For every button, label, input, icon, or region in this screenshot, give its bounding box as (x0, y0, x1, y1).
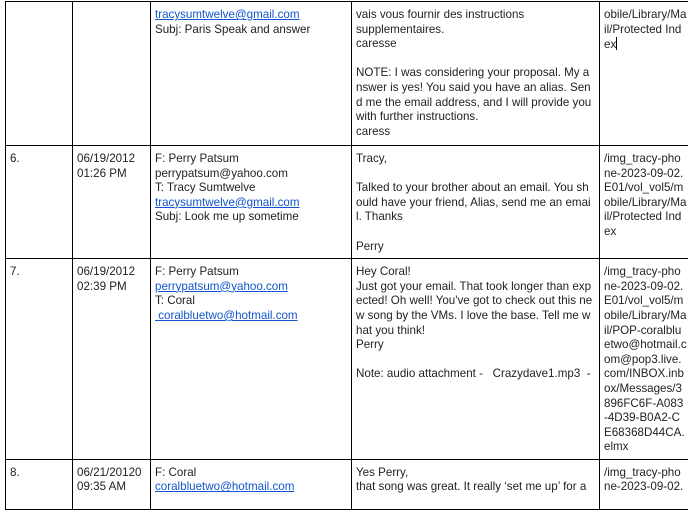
subject-line: Subj: Paris Speak and answer (155, 23, 347, 38)
time-value: 09:35 AM (77, 480, 146, 495)
body-line: Yes Perry, (356, 466, 595, 481)
body-line: Talked to your brother about an email. Y… (356, 181, 595, 225)
evidence-table: tracysumtwelve@gmail.com Subj: Paris Spe… (5, 1, 688, 510)
text-cursor (616, 37, 617, 50)
body-line: vais vous fournir des instructions (356, 8, 595, 23)
date-value: 06/19/2012 (77, 265, 146, 280)
from-email: perrypatsum@yahoo.com (155, 167, 347, 182)
body-line: NOTE: I was considering your proposal. M… (356, 66, 595, 124)
date-value: 06/19/2012 (77, 152, 146, 167)
row-date (73, 2, 151, 146)
body-line: caresse (356, 37, 595, 52)
row-file-path: /img_tracy-phone-2023-09-02.E01/vol_vol5… (600, 146, 688, 259)
subject-line: Subj: Look me up sometime (155, 210, 347, 225)
body-line: Tracy, (356, 152, 595, 167)
to-line: T: Tracy Sumtwelve (155, 181, 347, 196)
row-message-body: Tracy, Talked to your brother about an e… (352, 146, 600, 259)
table-row: 7. 06/19/2012 02:39 PM F: Perry Patsum p… (6, 259, 688, 460)
row-headers: F: Perry Patsum perrypatsum@yahoo.com T:… (151, 146, 352, 259)
row-date: 06/21/20120 09:35 AM (73, 459, 151, 509)
body-line: Just got your email. That took longer th… (356, 280, 595, 338)
body-line: Perry (356, 338, 595, 353)
row-headers: F: Coral coralbluetwo@hotmail.com (151, 459, 352, 509)
email-link[interactable]: coralbluetwo@hotmail.com (155, 480, 347, 495)
body-line (356, 225, 595, 240)
row-number: 7. (6, 259, 73, 460)
email-link[interactable]: perrypatsum@yahoo.com (155, 280, 347, 295)
row-date: 06/19/2012 01:26 PM (73, 146, 151, 259)
from-line: F: Coral (155, 466, 347, 481)
body-line (356, 353, 595, 368)
row-message-body: vais vous fournir des instructions suppl… (352, 2, 600, 146)
body-line: Hey Coral! (356, 265, 595, 280)
row-headers: tracysumtwelve@gmail.com Subj: Paris Spe… (151, 2, 352, 146)
from-line: F: Perry Patsum (155, 152, 347, 167)
row-file-path[interactable]: obile/Library/Mail/Protected Index (600, 2, 688, 146)
row-file-path: /img_tracy-phone-2023-09-02.E01/vol_vol5… (600, 259, 688, 460)
row-headers: F: Perry Patsum perrypatsum@yahoo.com T:… (151, 259, 352, 460)
body-line: Perry (356, 240, 595, 255)
row-file-path: /img_tracy-phone-2023-09-02. (600, 459, 688, 509)
table-row: 8. 06/21/20120 09:35 AM F: Coral coralbl… (6, 459, 688, 509)
body-line (356, 167, 595, 182)
email-link[interactable]: coralbluetwo@hotmail.com (155, 309, 347, 324)
row-number: 6. (6, 146, 73, 259)
from-line: F: Perry Patsum (155, 265, 347, 280)
row-number (6, 2, 73, 146)
body-line: supplementaires. (356, 23, 595, 38)
body-line: Note: audio attachment - Crazydave1.mp3 … (356, 367, 595, 382)
date-value: 06/21/20120 (77, 466, 146, 481)
email-link[interactable]: tracysumtwelve@gmail.com (155, 8, 347, 23)
row-number: 8. (6, 459, 73, 509)
to-line: T: Coral (155, 294, 347, 309)
row-message-body: Hey Coral! Just got your email. That too… (352, 259, 600, 460)
table-row: 6. 06/19/2012 01:26 PM F: Perry Patsum p… (6, 146, 688, 259)
row-message-body: Yes Perry, that song was great. It reall… (352, 459, 600, 509)
time-value: 01:26 PM (77, 167, 146, 182)
row-date: 06/19/2012 02:39 PM (73, 259, 151, 460)
time-value: 02:39 PM (77, 280, 146, 295)
table-row: tracysumtwelve@gmail.com Subj: Paris Spe… (6, 2, 688, 146)
body-line: caress (356, 125, 595, 140)
body-line (356, 52, 595, 67)
body-line: that song was great. It really ‘set me u… (356, 480, 595, 495)
email-link[interactable]: tracysumtwelve@gmail.com (155, 196, 347, 211)
